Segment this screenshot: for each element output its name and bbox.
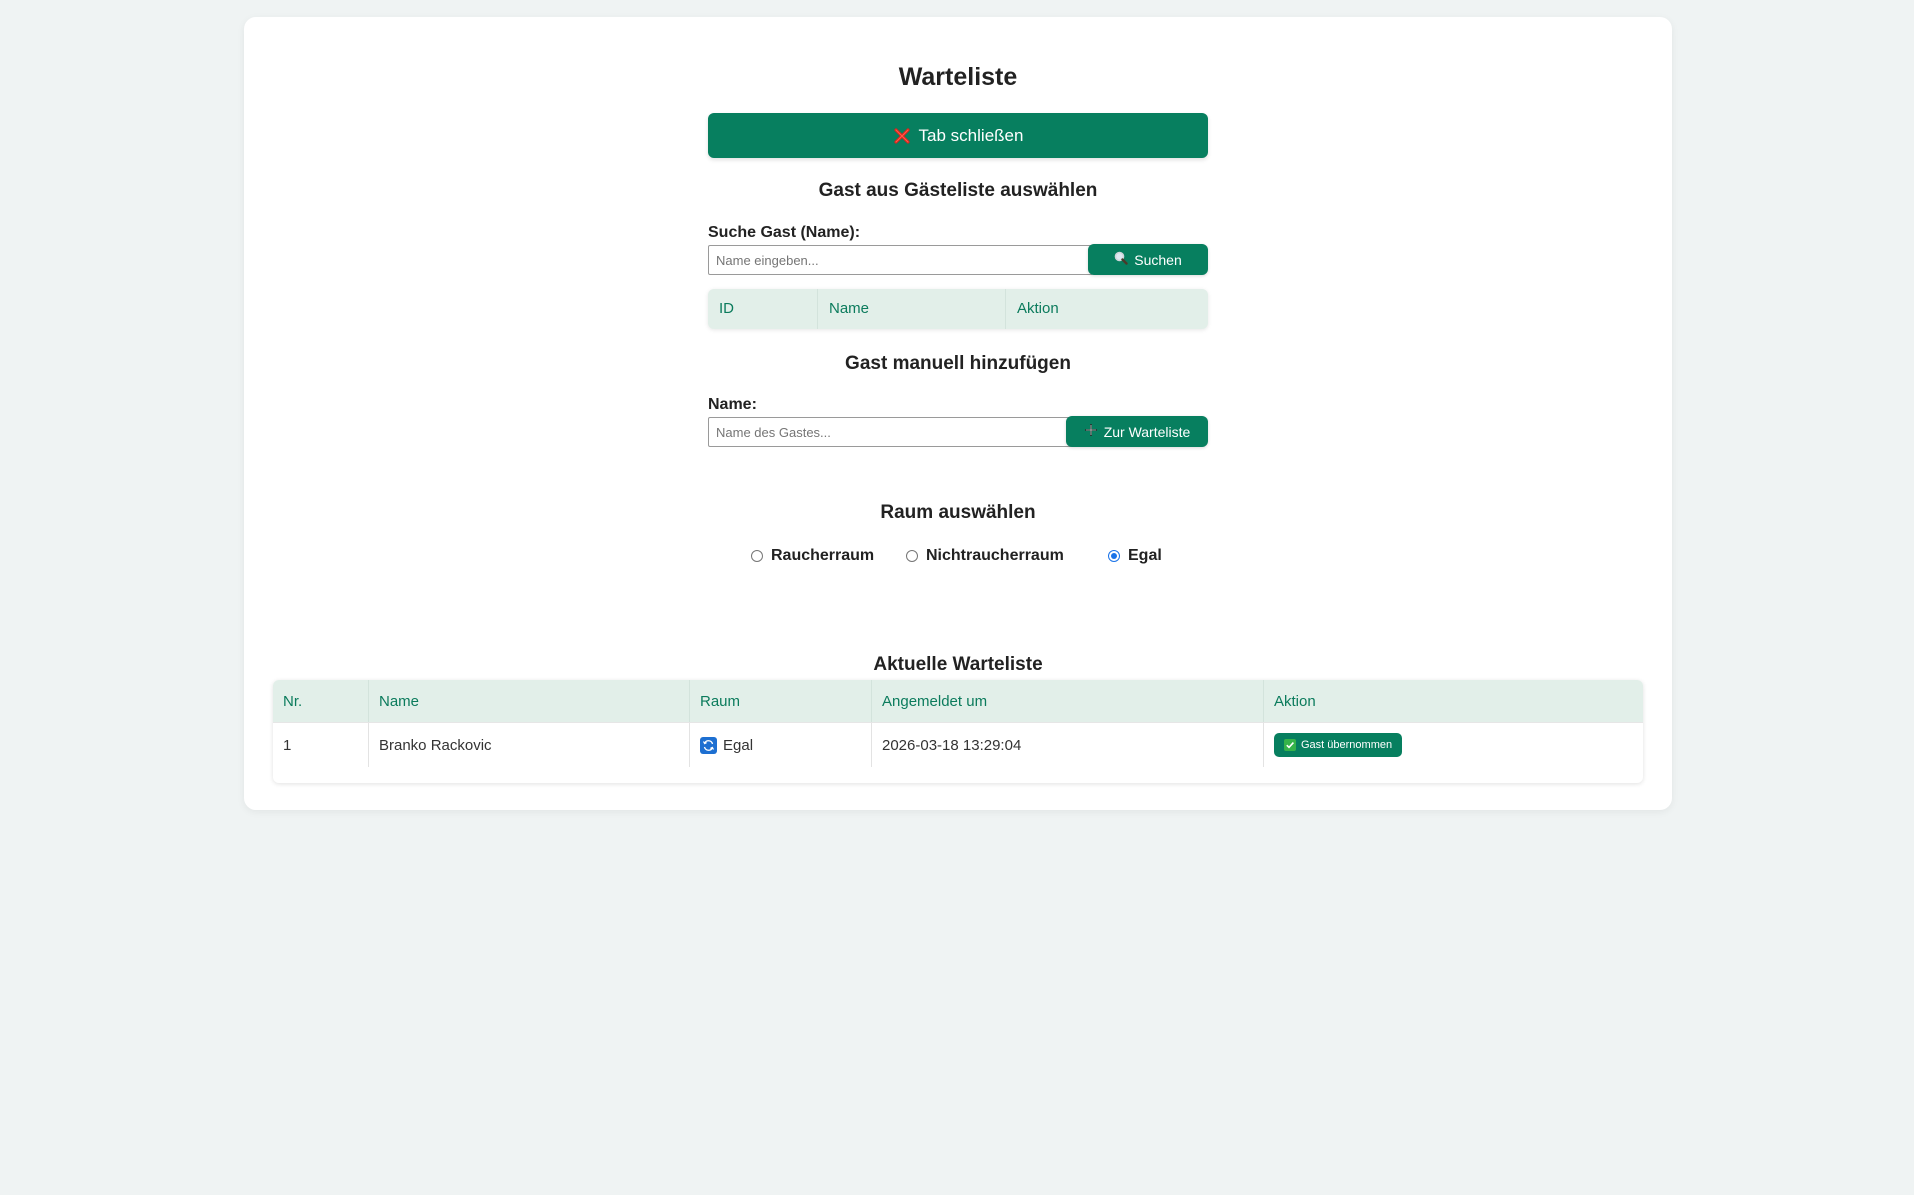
- guest-name-input[interactable]: [708, 417, 1073, 447]
- cell-raum: Egal: [690, 722, 872, 767]
- main-card: Warteliste Tab schließen Gast aus Gästel…: [244, 17, 1672, 810]
- search-input[interactable]: [708, 245, 1093, 275]
- column-header-angemeldet: Angemeldet um: [872, 680, 1264, 722]
- radio-option-nichtraucherraum[interactable]: Nichtraucherraum: [906, 544, 1064, 568]
- waitlist-heading: Aktuelle Warteliste: [873, 654, 1043, 675]
- radio-nichtraucherraum[interactable]: [906, 550, 918, 562]
- checkmark-icon: [1284, 739, 1296, 751]
- name-label: Name:: [708, 396, 757, 413]
- search-button[interactable]: Suchen: [1088, 244, 1208, 275]
- radio-option-raucherraum[interactable]: Raucherraum: [751, 544, 874, 568]
- radio-label-raucherraum: Raucherraum: [771, 547, 875, 564]
- radio-label-nichtraucherraum: Nichtraucherraum: [926, 547, 1064, 564]
- radio-raucherraum[interactable]: [751, 550, 763, 562]
- page-title: Warteliste: [898, 63, 1018, 91]
- search-button-label: Suchen: [1134, 251, 1182, 268]
- column-header-action: Aktion: [1017, 300, 1059, 317]
- column-header-raum: Raum: [690, 680, 872, 722]
- radio-option-egal[interactable]: Egal: [1108, 544, 1162, 568]
- cell-name: Branko Rackovic: [369, 722, 690, 767]
- cell-angemeldet: 2026-03-18 13:29:04: [872, 722, 1264, 767]
- waitlist-table: Nr. Name Raum Angemeldet um Aktion 1 Bra…: [273, 680, 1643, 783]
- guest-taken-label: Gast übernommen: [1301, 739, 1393, 751]
- add-to-waitlist-label: Zur Warteliste: [1103, 423, 1191, 440]
- column-header-name: Name: [818, 289, 1006, 329]
- guest-select-heading: Gast aus Gästeliste auswählen: [818, 180, 1098, 201]
- cell-raum-label: Egal: [723, 736, 754, 754]
- column-header-nr: Nr.: [273, 680, 369, 722]
- column-header-name: Name: [369, 680, 690, 722]
- radio-label-egal: Egal: [1128, 547, 1162, 564]
- guest-results-table: ID Name Aktion: [708, 289, 1208, 329]
- guest-taken-button[interactable]: Gast übernommen: [1274, 733, 1403, 757]
- add-to-waitlist-button[interactable]: Zur Warteliste: [1066, 416, 1208, 447]
- close-tab-label: Tab schließen: [918, 125, 1024, 145]
- close-tab-button[interactable]: Tab schließen: [708, 113, 1208, 158]
- manual-add-heading: Gast manuell hinzufügen: [845, 353, 1071, 374]
- radio-egal[interactable]: [1108, 550, 1120, 562]
- search-label: Suche Gast (Name):: [708, 224, 861, 241]
- refresh-icon: [700, 736, 717, 754]
- room-heading: Raum auswählen: [880, 502, 1036, 523]
- column-header-id: ID: [708, 289, 818, 329]
- cell-aktion: Gast übernommen: [1264, 722, 1643, 767]
- cell-nr: 1: [273, 722, 369, 767]
- search-icon: [1114, 251, 1128, 268]
- plus-icon: [1084, 423, 1098, 440]
- column-header-aktion: Aktion: [1274, 692, 1316, 710]
- close-icon: [893, 127, 911, 145]
